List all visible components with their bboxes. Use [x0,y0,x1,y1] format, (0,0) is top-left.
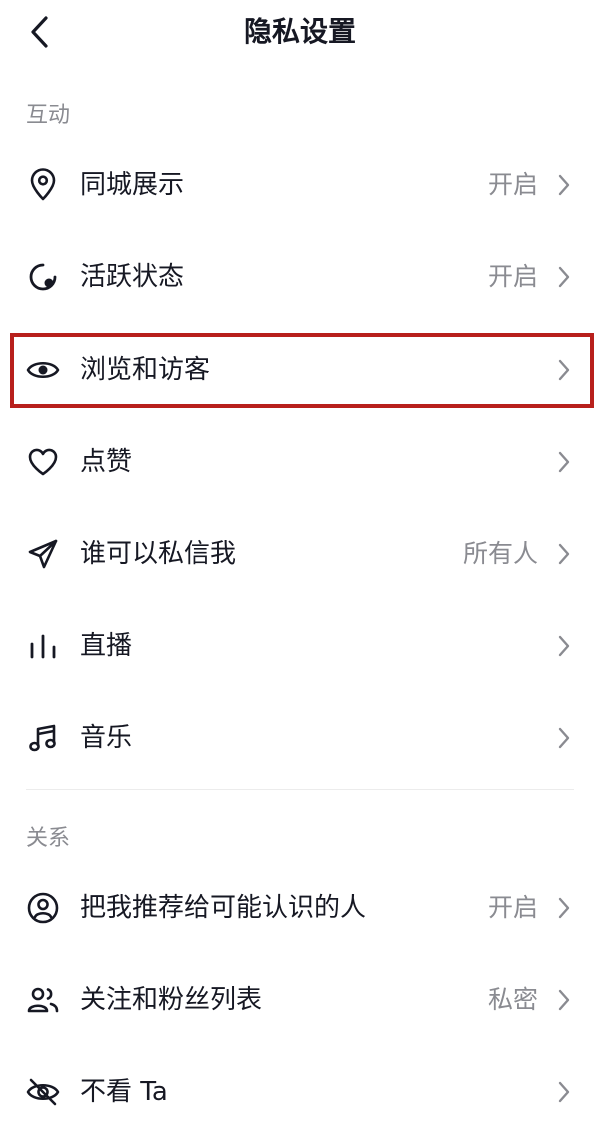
live-bars-icon [26,629,60,663]
row-label: 音乐 [80,723,133,753]
chevron-right-icon [554,723,574,753]
chevron-right-icon [554,447,574,477]
send-icon [26,537,60,571]
chevron-right-icon [554,985,574,1015]
row-label: 关注和粉丝列表 [80,985,263,1015]
chevron-right-icon [554,262,574,292]
row-likes[interactable]: 点赞 [0,416,600,508]
row-value: 开启 [487,893,538,922]
chevron-right-icon [554,1077,574,1107]
row-label: 直播 [80,631,133,661]
section-divider [26,789,574,790]
row-value: 所有人 [462,539,538,568]
active-status-icon [26,260,60,294]
location-pin-icon [26,168,60,202]
row-recommend-me[interactable]: 把我推荐给可能认识的人 开启 [0,862,600,954]
top-bar: 隐私设置 [0,0,600,64]
page-title: 隐私设置 [243,15,356,48]
chevron-right-icon [554,893,574,923]
row-who-can-message[interactable]: 谁可以私信我 所有人 [0,508,600,600]
row-label: 活跃状态 [80,262,185,292]
heart-icon [26,445,60,479]
user-circle-icon [26,891,60,925]
users-icon [26,983,60,1017]
row-label: 谁可以私信我 [80,539,237,569]
eye-off-icon [26,1075,60,1109]
row-value: 开启 [487,262,538,291]
row-live[interactable]: 直播 [0,600,600,692]
row-city-display[interactable]: 同城展示 开启 [0,139,600,231]
row-value: 开启 [487,170,538,199]
chevron-right-icon [554,539,574,569]
row-label: 把我推荐给可能认识的人 [80,893,367,923]
section-label-relations: 关系 [26,826,71,851]
highlight-frame [10,333,594,408]
row-hide-ta[interactable]: 不看 Ta [0,1046,600,1130]
music-note-icon [26,721,60,755]
row-label: 同城展示 [80,170,185,200]
row-label: 点赞 [80,447,133,477]
row-music[interactable]: 音乐 [0,692,600,784]
chevron-right-icon [554,170,574,200]
section-label-interaction: 互动 [26,103,71,128]
chevron-right-icon [554,631,574,661]
row-active-status[interactable]: 活跃状态 开启 [0,231,600,323]
row-value: 私密 [487,985,538,1014]
row-follow-fans-list[interactable]: 关注和粉丝列表 私密 [0,954,600,1046]
row-label: 不看 Ta [80,1077,168,1107]
